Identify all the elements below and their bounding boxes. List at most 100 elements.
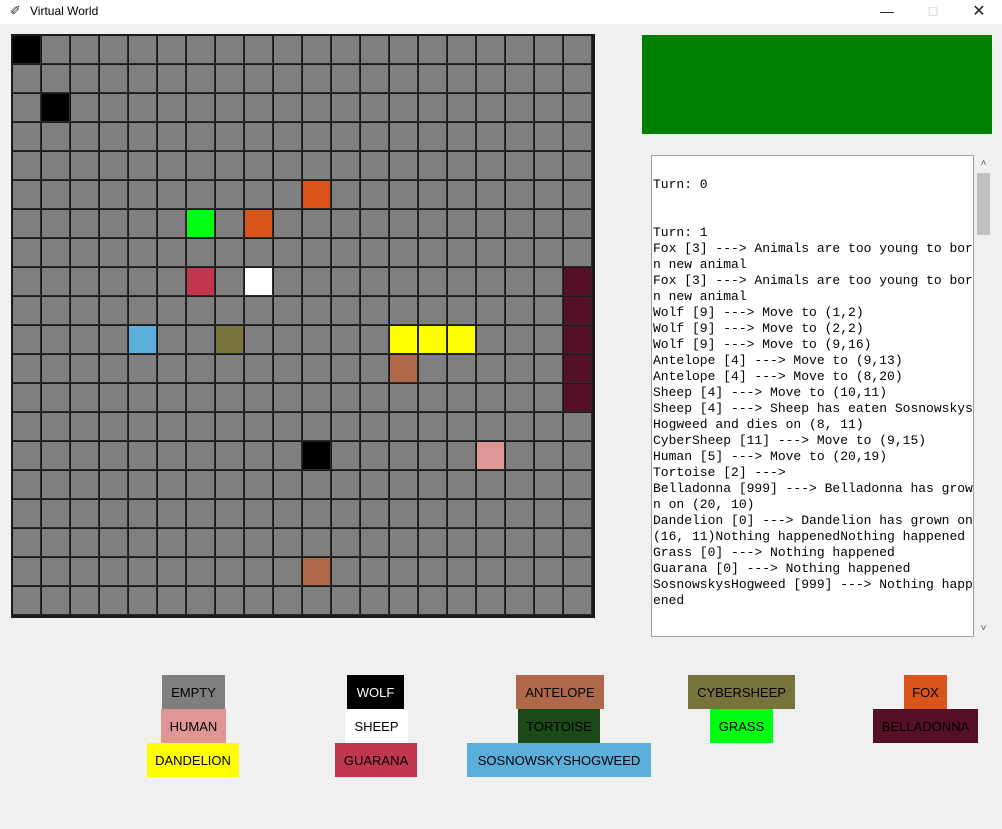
cell-empty[interactable] (389, 64, 418, 93)
cell-empty[interactable] (273, 383, 302, 412)
cell-empty[interactable] (563, 64, 592, 93)
cell-empty[interactable] (331, 122, 360, 151)
cell-empty[interactable] (215, 151, 244, 180)
cell-empty[interactable] (534, 122, 563, 151)
cell-empty[interactable] (273, 441, 302, 470)
cell-empty[interactable] (418, 557, 447, 586)
cell-empty[interactable] (244, 180, 273, 209)
cell-empty[interactable] (157, 267, 186, 296)
cell-empty[interactable] (505, 122, 534, 151)
cell-empty[interactable] (360, 499, 389, 528)
cell-empty[interactable] (273, 528, 302, 557)
cell-empty[interactable] (389, 557, 418, 586)
cell-empty[interactable] (41, 557, 70, 586)
cell-empty[interactable] (563, 122, 592, 151)
cell-empty[interactable] (418, 209, 447, 238)
cell-empty[interactable] (273, 180, 302, 209)
cell-empty[interactable] (418, 470, 447, 499)
cell-empty[interactable] (389, 499, 418, 528)
cell-empty[interactable] (360, 93, 389, 122)
cell-empty[interactable] (418, 354, 447, 383)
cell-empty[interactable] (563, 528, 592, 557)
cell-empty[interactable] (70, 35, 99, 64)
cell-empty[interactable] (41, 528, 70, 557)
cell-empty[interactable] (505, 354, 534, 383)
cell-empty[interactable] (476, 93, 505, 122)
cell-empty[interactable] (534, 470, 563, 499)
cell-empty[interactable] (302, 412, 331, 441)
cell-empty[interactable] (244, 412, 273, 441)
cell-empty[interactable] (128, 209, 157, 238)
cell-empty[interactable] (70, 238, 99, 267)
cell-empty[interactable] (418, 151, 447, 180)
cell-empty[interactable] (128, 35, 157, 64)
cell-empty[interactable] (99, 267, 128, 296)
cell-empty[interactable] (360, 586, 389, 615)
cell-empty[interactable] (389, 180, 418, 209)
cell-empty[interactable] (244, 586, 273, 615)
cell-empty[interactable] (505, 151, 534, 180)
cell-fox[interactable] (244, 209, 273, 238)
cell-empty[interactable] (244, 528, 273, 557)
cell-empty[interactable] (476, 325, 505, 354)
cell-empty[interactable] (157, 557, 186, 586)
cell-empty[interactable] (447, 354, 476, 383)
cell-empty[interactable] (563, 93, 592, 122)
cell-empty[interactable] (389, 296, 418, 325)
cell-empty[interactable] (41, 296, 70, 325)
cell-empty[interactable] (99, 528, 128, 557)
cell-empty[interactable] (128, 470, 157, 499)
cell-empty[interactable] (128, 238, 157, 267)
cell-empty[interactable] (70, 267, 99, 296)
cell-empty[interactable] (273, 296, 302, 325)
cell-empty[interactable] (244, 383, 273, 412)
cell-empty[interactable] (447, 267, 476, 296)
cell-empty[interactable] (302, 586, 331, 615)
cell-empty[interactable] (418, 383, 447, 412)
cell-empty[interactable] (302, 383, 331, 412)
cell-fox[interactable] (302, 180, 331, 209)
cell-empty[interactable] (331, 412, 360, 441)
cell-empty[interactable] (70, 122, 99, 151)
cell-empty[interactable] (41, 122, 70, 151)
cell-empty[interactable] (447, 383, 476, 412)
cell-empty[interactable] (273, 557, 302, 586)
cell-empty[interactable] (476, 267, 505, 296)
cell-empty[interactable] (70, 180, 99, 209)
cell-empty[interactable] (360, 238, 389, 267)
cell-empty[interactable] (99, 325, 128, 354)
cell-empty[interactable] (447, 557, 476, 586)
scroll-thumb[interactable] (977, 173, 990, 235)
minimize-button[interactable]: — (864, 0, 910, 22)
cell-empty[interactable] (99, 412, 128, 441)
cell-empty[interactable] (505, 296, 534, 325)
cell-empty[interactable] (534, 557, 563, 586)
cell-empty[interactable] (215, 441, 244, 470)
cell-belladonna[interactable] (563, 267, 592, 296)
cell-empty[interactable] (389, 238, 418, 267)
cell-empty[interactable] (331, 238, 360, 267)
cell-empty[interactable] (360, 151, 389, 180)
cell-empty[interactable] (157, 180, 186, 209)
cell-empty[interactable] (418, 267, 447, 296)
cell-empty[interactable] (99, 557, 128, 586)
cell-empty[interactable] (331, 325, 360, 354)
cell-belladonna[interactable] (563, 383, 592, 412)
cell-empty[interactable] (186, 64, 215, 93)
cell-empty[interactable] (99, 499, 128, 528)
cell-empty[interactable] (389, 586, 418, 615)
cell-empty[interactable] (418, 93, 447, 122)
cell-empty[interactable] (128, 412, 157, 441)
cell-empty[interactable] (70, 412, 99, 441)
cell-empty[interactable] (215, 470, 244, 499)
cell-empty[interactable] (563, 180, 592, 209)
cell-empty[interactable] (447, 209, 476, 238)
log-scrollbar[interactable]: ˄ ˅ (975, 155, 992, 637)
cell-empty[interactable] (41, 383, 70, 412)
cell-empty[interactable] (418, 412, 447, 441)
cell-empty[interactable] (302, 267, 331, 296)
cell-empty[interactable] (418, 499, 447, 528)
cell-empty[interactable] (476, 35, 505, 64)
cell-empty[interactable] (244, 64, 273, 93)
cell-empty[interactable] (157, 151, 186, 180)
